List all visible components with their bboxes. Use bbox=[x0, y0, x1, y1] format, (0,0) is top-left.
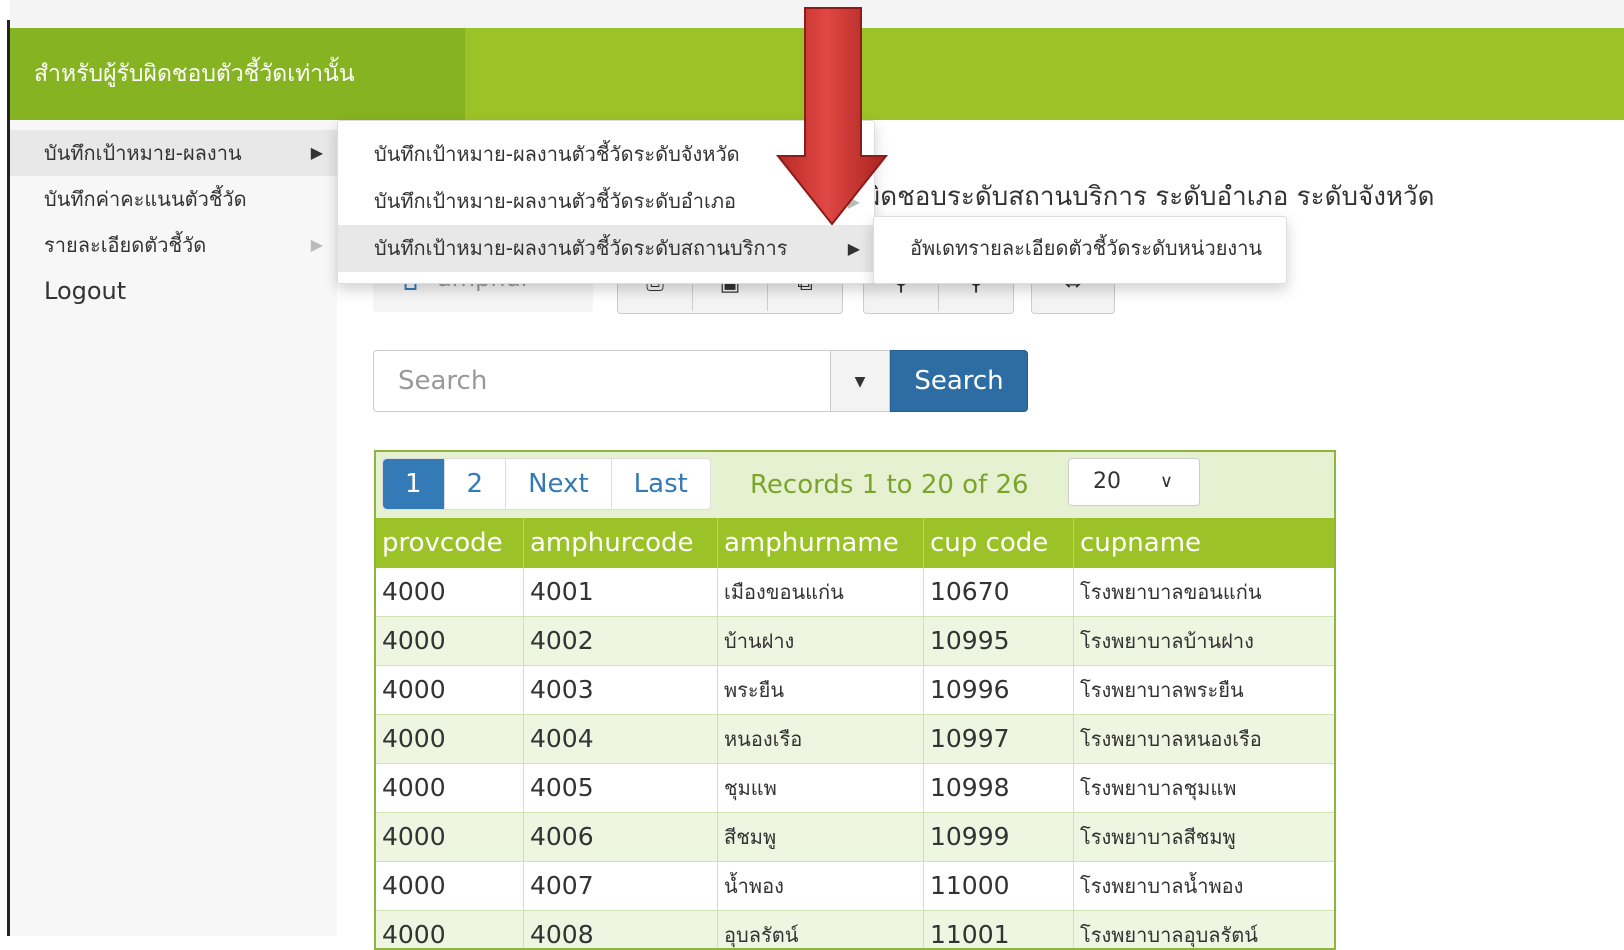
table-row[interactable]: 4000 4002 บ้านฝาง 10995 โรงพยาบาลบ้านฝาง bbox=[376, 617, 1334, 666]
menu-item-label: บันทึกเป้าหมาย-ผลงานตัวชี้วัดระดับจังหวั… bbox=[374, 142, 740, 166]
cell-amphurname: อุบลรัตน์ bbox=[718, 911, 924, 948]
caret-down-icon: ▼ bbox=[854, 374, 866, 390]
page-size-value: 20 bbox=[1093, 469, 1121, 494]
column-header-provcode[interactable]: provcode bbox=[376, 518, 524, 568]
cell-cup-code: 10997 bbox=[924, 715, 1074, 763]
cell-cup-code: 11001 bbox=[924, 911, 1074, 948]
sidebar-item-indicator-details[interactable]: รายละเอียดตัวชี้วัด ▶ bbox=[10, 222, 337, 268]
cell-amphurcode: 4006 bbox=[524, 813, 718, 861]
cell-provcode: 4000 bbox=[376, 715, 524, 763]
cell-amphurcode: 4008 bbox=[524, 911, 718, 948]
cell-amphurcode: 4004 bbox=[524, 715, 718, 763]
records-count: Records 1 to 20 of 26 bbox=[750, 470, 1029, 500]
menu-item-facility-level[interactable]: บันทึกเป้าหมาย-ผลงานตัวชี้วัดระดับสถานบร… bbox=[338, 225, 874, 272]
table-row[interactable]: 4000 4005 ชุมแพ 10998 โรงพยาบาลชุมแพ bbox=[376, 764, 1334, 813]
table-header: provcode amphurcode amphurname cup code … bbox=[376, 518, 1334, 568]
search-bar: ▼ Search bbox=[373, 350, 1028, 412]
sidebar-item-record-targets[interactable]: บันทึกเป้าหมาย-ผลงาน ▶ bbox=[10, 130, 337, 176]
cell-amphurname: บ้านฝาง bbox=[718, 617, 924, 665]
sidebar-item-record-scores[interactable]: บันทึกค่าคะแนนตัวชี้วัด bbox=[10, 176, 337, 222]
chevron-down-icon: ∨ bbox=[1159, 471, 1173, 492]
cell-cupname: โรงพยาบาลบ้านฝาง bbox=[1080, 629, 1254, 653]
menu-item-update-unit-indicators[interactable]: อัพเดทรายละเอียดตัวชี้วัดระดับหน่วยงาน bbox=[874, 225, 1286, 272]
table-row[interactable]: 4000 4001 เมืองขอนแก่น 10670 โรงพยาบาลขอ… bbox=[376, 568, 1334, 617]
submenu-facility-level: อัพเดทรายละเอียดตัวชี้วัดระดับหน่วยงาน bbox=[873, 216, 1287, 284]
column-header-cupname[interactable]: cupname bbox=[1074, 518, 1334, 568]
search-input[interactable] bbox=[373, 350, 831, 412]
cell-amphurcode: 4005 bbox=[524, 764, 718, 812]
cell-cupname: โรงพยาบาลชุมแพ bbox=[1080, 776, 1237, 800]
cell-cup-code: 10996 bbox=[924, 666, 1074, 714]
cell-cupname: โรงพยาบาลพระยืน bbox=[1080, 678, 1244, 702]
page-1-button[interactable]: 1 bbox=[383, 459, 445, 509]
logout-link[interactable]: Logout bbox=[10, 268, 337, 314]
data-grid: 1 2 Next Last Records 1 to 20 of 26 20 ∨… bbox=[374, 450, 1336, 950]
sidebar-item-label: รายละเอียดตัวชี้วัด bbox=[44, 233, 207, 257]
table-row[interactable]: 4000 4008 อุบลรัตน์ 11001 โรงพยาบาลอุบลร… bbox=[376, 911, 1334, 948]
caret-right-icon: ▶ bbox=[310, 235, 323, 254]
column-header-amphurname[interactable]: amphurname bbox=[718, 518, 924, 568]
cell-provcode: 4000 bbox=[376, 666, 524, 714]
cell-cupname: โรงพยาบาลหนองเรือ bbox=[1080, 727, 1262, 751]
cell-provcode: 4000 bbox=[376, 813, 524, 861]
cell-amphurname: สีชมพู bbox=[718, 813, 924, 861]
cell-cup-code: 10999 bbox=[924, 813, 1074, 861]
page-size-select[interactable]: 20 ∨ bbox=[1068, 458, 1200, 506]
table-row[interactable]: 4000 4007 น้ำพอง 11000 โรงพยาบาลน้ำพอง bbox=[376, 862, 1334, 911]
cell-provcode: 4000 bbox=[376, 764, 524, 812]
column-header-amphurcode[interactable]: amphurcode bbox=[524, 518, 718, 568]
cell-amphurname: พระยืน bbox=[718, 666, 924, 714]
cell-amphurname: ชุมแพ bbox=[718, 764, 924, 812]
menu-item-label: บันทึกเป้าหมาย-ผลงานตัวชี้วัดระดับอำเภอ bbox=[374, 189, 737, 213]
next-page-button[interactable]: Next bbox=[506, 459, 612, 509]
cell-amphurcode: 4007 bbox=[524, 862, 718, 910]
cell-provcode: 4000 bbox=[376, 617, 524, 665]
cell-cupname: โรงพยาบาลสีชมพู bbox=[1080, 825, 1236, 849]
cell-provcode: 4000 bbox=[376, 568, 524, 616]
caret-right-icon: ▶ bbox=[847, 239, 860, 258]
page-2-button[interactable]: 2 bbox=[445, 459, 507, 509]
pagination: 1 2 Next Last bbox=[382, 458, 711, 510]
page-title: ผิดชอบระดับสถานบริการ ระดับอำเภอ ระดับจั… bbox=[865, 182, 1435, 212]
cell-amphurname: หนองเรือ bbox=[718, 715, 924, 763]
sidebar-menu: บันทึกเป้าหมาย-ผลงาน ▶ บันทึกค่าคะแนนตัว… bbox=[10, 120, 337, 936]
caret-right-icon: ▶ bbox=[310, 143, 323, 162]
cell-provcode: 4000 bbox=[376, 911, 524, 948]
sidebar-item-label: บันทึกเป้าหมาย-ผลงาน bbox=[44, 141, 242, 165]
cell-amphurname: น้ำพอง bbox=[718, 862, 924, 910]
menu-item-label: บันทึกเป้าหมาย-ผลงานตัวชี้วัดระดับสถานบร… bbox=[374, 236, 788, 260]
last-page-button[interactable]: Last bbox=[612, 459, 710, 509]
annotation-arrow-icon bbox=[776, 7, 888, 226]
cell-cupname: โรงพยาบาลอุบลรัตน์ bbox=[1080, 923, 1258, 947]
table-row[interactable]: 4000 4004 หนองเรือ 10997 โรงพยาบาลหนองเร… bbox=[376, 715, 1334, 764]
cell-cup-code: 10670 bbox=[924, 568, 1074, 616]
table-body: 4000 4001 เมืองขอนแก่น 10670 โรงพยาบาลขอ… bbox=[376, 568, 1334, 948]
cell-cup-code: 10998 bbox=[924, 764, 1074, 812]
pager: 1 2 Next Last Records 1 to 20 of 26 20 ∨ bbox=[376, 452, 1334, 518]
table-row[interactable]: 4000 4006 สีชมพู 10999 โรงพยาบาลสีชมพู bbox=[376, 813, 1334, 862]
search-button[interactable]: Search bbox=[890, 350, 1028, 412]
cell-amphurcode: 4002 bbox=[524, 617, 718, 665]
column-header-cup-code[interactable]: cup code bbox=[924, 518, 1074, 568]
cell-amphurcode: 4003 bbox=[524, 666, 718, 714]
sidebar-item-label: บันทึกค่าคะแนนตัวชี้วัด bbox=[44, 187, 247, 211]
cell-cup-code: 10995 bbox=[924, 617, 1074, 665]
cell-amphurcode: 4001 bbox=[524, 568, 718, 616]
cell-provcode: 4000 bbox=[376, 862, 524, 910]
logout-label: Logout bbox=[44, 277, 127, 305]
cell-cupname: โรงพยาบาลขอนแก่น bbox=[1080, 580, 1262, 604]
search-options-dropdown[interactable]: ▼ bbox=[830, 350, 890, 412]
cell-cup-code: 11000 bbox=[924, 862, 1074, 910]
cell-cupname: โรงพยาบาลน้ำพอง bbox=[1080, 874, 1244, 898]
table-row[interactable]: 4000 4003 พระยืน 10996 โรงพยาบาลพระยืน bbox=[376, 666, 1334, 715]
cell-amphurname: เมืองขอนแก่น bbox=[718, 568, 924, 616]
navbar-brand[interactable]: สำหรับผู้รับผิดชอบตัวชี้วัดเท่านั้น bbox=[10, 28, 465, 120]
